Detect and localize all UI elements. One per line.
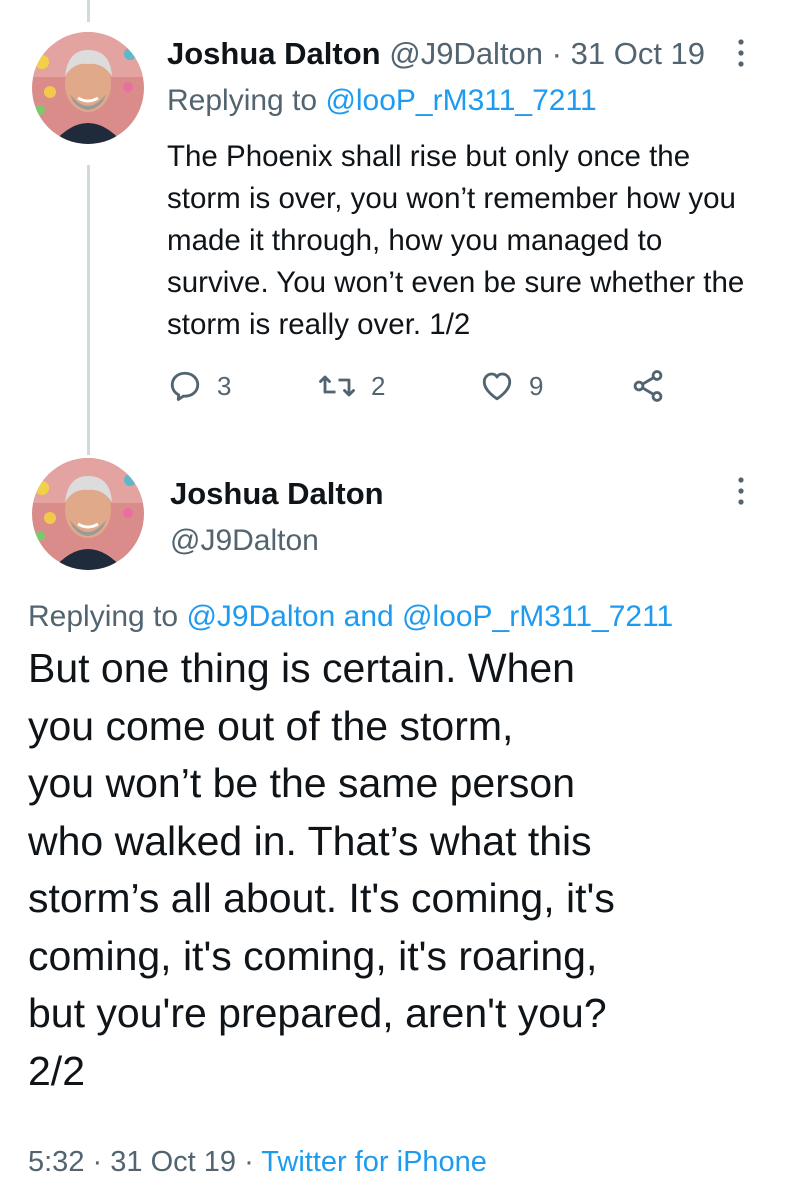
tweet-date: 31 Oct 19 (110, 1146, 236, 1178)
avatar[interactable] (32, 32, 144, 144)
reply-target-and[interactable]: and (344, 600, 394, 633)
avatar[interactable] (32, 458, 144, 570)
tweet-actions: 3 2 9 (167, 368, 727, 408)
reply-target-link[interactable]: @J9Dalton (186, 600, 335, 633)
replying-to: Replying to @looP_rM311_7211 (167, 84, 597, 118)
author-handle[interactable]: @J9Dalton (170, 524, 319, 558)
replying-to: Replying to @J9Dalton and @looP_rM311_72… (28, 600, 673, 634)
author-name[interactable]: Joshua Dalton (170, 476, 384, 512)
tweet-source-link[interactable]: Twitter for iPhone (261, 1146, 487, 1178)
share-icon (633, 370, 663, 402)
more-options-icon[interactable] (733, 36, 749, 72)
tweet-metadata: 5:32 · 31 Oct 19 · Twitter for iPhone (28, 1146, 487, 1179)
replying-prefix: Replying to (167, 84, 318, 117)
retweet-button[interactable]: 2 (317, 368, 385, 404)
separator: · (244, 1146, 254, 1178)
more-options-icon[interactable] (733, 474, 749, 510)
separator: · (551, 36, 562, 71)
tweet-header: Joshua Dalton @J9Dalton · 31 Oct 19 (167, 36, 705, 72)
thread-line (87, 0, 90, 22)
reply-count: 3 (217, 370, 232, 401)
tweet-text: The Phoenix shall rise but only once the… (167, 140, 745, 341)
separator: · (92, 1146, 103, 1178)
tweet-date[interactable]: 31 Oct 19 (571, 36, 705, 71)
author-name[interactable]: Joshua Dalton (167, 36, 381, 71)
reply-target-link[interactable]: @looP_rM311_7211 (325, 84, 596, 117)
retweet-icon (319, 375, 355, 397)
replying-prefix: Replying to (28, 600, 179, 633)
heart-icon (482, 372, 512, 401)
like-count: 9 (529, 370, 544, 401)
tweet-text: But one thing is certain. When you come … (28, 645, 615, 1094)
retweet-count: 2 (371, 370, 386, 401)
tweet-time: 5:32 (28, 1146, 85, 1178)
share-button[interactable] (630, 368, 666, 404)
reply-target-link[interactable]: @looP_rM311_7211 (402, 600, 673, 633)
author-handle[interactable]: @J9Dalton (389, 36, 543, 71)
reply-button[interactable]: 3 (167, 368, 231, 404)
like-button[interactable]: 9 (479, 368, 543, 404)
thread-line (87, 165, 90, 455)
comment-icon (170, 371, 200, 401)
